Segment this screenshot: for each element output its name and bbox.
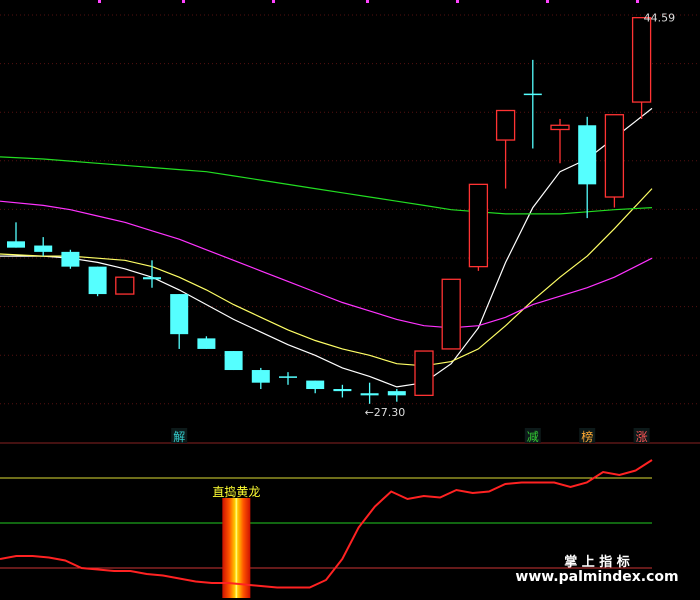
moving-average-lines — [0, 107, 653, 388]
candle-body — [333, 389, 352, 392]
candle — [7, 222, 25, 248]
candle-body — [414, 350, 434, 397]
candle — [604, 114, 625, 208]
signal-label: 涨 — [636, 429, 648, 444]
candle-body — [88, 266, 107, 295]
candle — [34, 237, 53, 257]
watermark: 掌 上 指 标www.palmindex.com — [515, 554, 678, 585]
top-marker — [546, 0, 549, 3]
candle — [360, 382, 379, 404]
candle — [197, 336, 216, 349]
candle — [578, 116, 597, 219]
low-price-label: ←27.30 — [365, 406, 406, 419]
stock-chart: 44.59 ←27.30 解 减 榜 涨 直捣黄龙 掌 上 指 标www.palmind… — [0, 0, 700, 598]
candle — [170, 294, 189, 349]
top-marker — [98, 0, 101, 3]
price-annotations: 44.59 ←27.30 — [365, 12, 675, 419]
candle — [61, 249, 80, 269]
candle-body — [631, 17, 652, 103]
candle — [387, 389, 406, 402]
candle-body — [7, 241, 25, 248]
candle — [468, 183, 489, 271]
signal-label: 减 — [527, 430, 539, 444]
candle-body — [604, 114, 625, 198]
candle-body — [468, 183, 489, 268]
price-grid — [0, 0, 700, 444]
top-marker — [366, 0, 369, 3]
signal-labels: 解减榜涨 — [171, 428, 650, 444]
candle-body — [143, 277, 161, 280]
candle — [495, 109, 516, 189]
candle — [224, 351, 243, 371]
candle — [251, 367, 270, 390]
candle-body — [224, 351, 243, 371]
top-marker — [272, 0, 275, 3]
candle-body — [197, 338, 216, 349]
candle-body — [170, 294, 189, 335]
ma-line-ma5 — [0, 107, 653, 388]
signal-label: 榜 — [581, 429, 593, 444]
highlight-label: 直捣黄龙 — [212, 484, 260, 499]
high-price-label: 44.59 — [644, 12, 676, 25]
candle — [143, 260, 161, 288]
candle-body — [578, 125, 597, 185]
candle — [306, 380, 325, 394]
candlesticks — [7, 17, 652, 404]
candle-body — [61, 251, 80, 267]
candle — [88, 266, 107, 297]
candle-body — [550, 124, 570, 131]
candle-body — [306, 380, 325, 390]
candle-body — [523, 93, 542, 96]
candle-body — [387, 391, 406, 396]
ma-line-ma20 — [0, 200, 653, 329]
candle-body — [34, 245, 53, 252]
candle — [333, 384, 352, 398]
candle — [523, 59, 542, 149]
top-marker — [456, 0, 459, 3]
signal-label: 解 — [173, 430, 185, 444]
candle-body — [251, 370, 270, 383]
candle — [550, 118, 570, 164]
ma-line-ma60 — [0, 156, 653, 215]
candle — [414, 350, 434, 397]
candle — [441, 278, 461, 350]
candle-body — [495, 109, 516, 141]
candle-body — [441, 278, 461, 350]
watermark-title: 掌 上 指 标 — [564, 554, 630, 570]
candle-body — [360, 393, 379, 396]
candle — [115, 276, 135, 295]
candle-body — [115, 276, 135, 295]
candle — [279, 372, 297, 385]
candle-body — [279, 376, 297, 378]
watermark-url: www.palmindex.com — [515, 569, 678, 585]
top-marker — [182, 0, 185, 3]
top-marker — [636, 0, 639, 3]
candle — [631, 17, 652, 119]
